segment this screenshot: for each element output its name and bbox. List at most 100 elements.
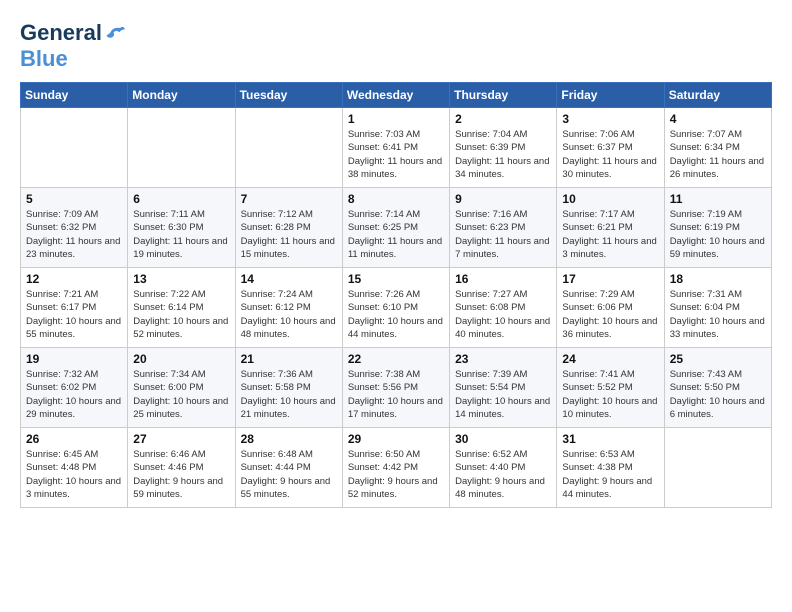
- calendar-row: 19 Sunrise: 7:32 AM Sunset: 6:02 PM Dayli…: [21, 348, 772, 428]
- calendar-cell: 13Sunrise: 7:22 AM Sunset: 6:14 PM Dayli…: [128, 268, 235, 348]
- day-info: Sunrise: 7:11 AM Sunset: 6:30 PM Dayligh…: [133, 208, 229, 261]
- day-number: 16: [455, 272, 551, 286]
- calendar-cell: 26 Sunrise: 6:45 AM Sunset: 4:48 PM Dayli…: [21, 428, 128, 508]
- calendar-cell: 29 Sunrise: 6:50 AM Sunset: 4:42 PM Dayli…: [342, 428, 449, 508]
- day-number: 6: [133, 192, 229, 206]
- calendar-cell: 5 Sunrise: 7:09 AM Sunset: 6:32 PM Daylig…: [21, 188, 128, 268]
- calendar-cell: 2Sunrise: 7:04 AM Sunset: 6:39 PM Daylig…: [450, 108, 557, 188]
- weekday-header: Sunday: [21, 83, 128, 108]
- calendar-cell: 14 Sunrise: 7:24 AM Sunset: 6:12 PM Dayli…: [235, 268, 342, 348]
- day-number: 10: [562, 192, 658, 206]
- day-number: 5: [26, 192, 122, 206]
- day-info: Sunrise: 7:22 AM Sunset: 6:14 PM Dayligh…: [133, 288, 229, 341]
- day-number: 19: [26, 352, 122, 366]
- day-number: 22: [348, 352, 444, 366]
- calendar-cell: 25 Sunrise: 7:43 AM Sunset: 5:50 PM Dayli…: [664, 348, 771, 428]
- page: General Blue SundayMondayTuesdayWednesda…: [0, 0, 792, 518]
- calendar-cell: 9 Sunrise: 7:16 AM Sunset: 6:23 PM Daylig…: [450, 188, 557, 268]
- day-number: 4: [670, 112, 766, 126]
- calendar-row: 12 Sunrise: 7:21 AM Sunset: 6:17 PM Dayli…: [21, 268, 772, 348]
- day-info: Sunrise: 7:43 AM Sunset: 5:50 PM Dayligh…: [670, 368, 766, 421]
- day-info: Sunrise: 7:24 AM Sunset: 6:12 PM Dayligh…: [241, 288, 337, 341]
- calendar-cell: 28 Sunrise: 6:48 AM Sunset: 4:44 PM Dayli…: [235, 428, 342, 508]
- day-number: 30: [455, 432, 551, 446]
- day-info: Sunrise: 7:16 AM Sunset: 6:23 PM Dayligh…: [455, 208, 551, 261]
- calendar-cell: 23 Sunrise: 7:39 AM Sunset: 5:54 PM Dayli…: [450, 348, 557, 428]
- day-info: Sunrise: 6:45 AM Sunset: 4:48 PM Dayligh…: [26, 448, 122, 501]
- day-info: Sunrise: 7:12 AM Sunset: 6:28 PM Dayligh…: [241, 208, 337, 261]
- calendar-cell: [235, 108, 342, 188]
- day-info: Sunrise: 7:26 AM Sunset: 6:10 PM Dayligh…: [348, 288, 444, 341]
- day-info: Sunrise: 7:07 AM Sunset: 6:34 PM Dayligh…: [670, 128, 766, 181]
- day-number: 11: [670, 192, 766, 206]
- day-number: 7: [241, 192, 337, 206]
- calendar-cell: 19 Sunrise: 7:32 AM Sunset: 6:02 PM Dayli…: [21, 348, 128, 428]
- calendar-row: 5 Sunrise: 7:09 AM Sunset: 6:32 PM Daylig…: [21, 188, 772, 268]
- calendar-row: 1Sunrise: 7:03 AM Sunset: 6:41 PM Daylig…: [21, 108, 772, 188]
- day-number: 14: [241, 272, 337, 286]
- day-number: 31: [562, 432, 658, 446]
- calendar-cell: 3 Sunrise: 7:06 AM Sunset: 6:37 PM Daylig…: [557, 108, 664, 188]
- logo-bird-icon: [104, 23, 126, 43]
- calendar-cell: 17Sunrise: 7:29 AM Sunset: 6:06 PM Dayli…: [557, 268, 664, 348]
- calendar-header-row: SundayMondayTuesdayWednesdayThursdayFrid…: [21, 83, 772, 108]
- day-info: Sunrise: 7:38 AM Sunset: 5:56 PM Dayligh…: [348, 368, 444, 421]
- day-number: 20: [133, 352, 229, 366]
- day-number: 9: [455, 192, 551, 206]
- day-number: 29: [348, 432, 444, 446]
- logo: General Blue: [20, 20, 126, 72]
- calendar-cell: 4 Sunrise: 7:07 AM Sunset: 6:34 PM Daylig…: [664, 108, 771, 188]
- calendar-cell: [21, 108, 128, 188]
- day-info: Sunrise: 7:41 AM Sunset: 5:52 PM Dayligh…: [562, 368, 658, 421]
- calendar-cell: 16Sunrise: 7:27 AM Sunset: 6:08 PM Dayli…: [450, 268, 557, 348]
- calendar-cell: 6 Sunrise: 7:11 AM Sunset: 6:30 PM Daylig…: [128, 188, 235, 268]
- day-info: Sunrise: 6:52 AM Sunset: 4:40 PM Dayligh…: [455, 448, 551, 501]
- calendar-cell: 24 Sunrise: 7:41 AM Sunset: 5:52 PM Dayli…: [557, 348, 664, 428]
- logo-blue: Blue: [20, 46, 126, 72]
- day-number: 18: [670, 272, 766, 286]
- day-info: Sunrise: 6:53 AM Sunset: 4:38 PM Dayligh…: [562, 448, 658, 501]
- day-number: 24: [562, 352, 658, 366]
- day-info: Sunrise: 7:19 AM Sunset: 6:19 PM Dayligh…: [670, 208, 766, 261]
- day-number: 3: [562, 112, 658, 126]
- calendar-cell: 18 Sunrise: 7:31 AM Sunset: 6:04 PM Dayli…: [664, 268, 771, 348]
- day-info: Sunrise: 7:06 AM Sunset: 6:37 PM Dayligh…: [562, 128, 658, 181]
- day-info: Sunrise: 6:50 AM Sunset: 4:42 PM Dayligh…: [348, 448, 444, 501]
- day-number: 2: [455, 112, 551, 126]
- day-number: 28: [241, 432, 337, 446]
- day-number: 12: [26, 272, 122, 286]
- day-info: Sunrise: 6:46 AM Sunset: 4:46 PM Dayligh…: [133, 448, 229, 501]
- weekday-header: Wednesday: [342, 83, 449, 108]
- day-info: Sunrise: 7:17 AM Sunset: 6:21 PM Dayligh…: [562, 208, 658, 261]
- calendar-cell: 27Sunrise: 6:46 AM Sunset: 4:46 PM Dayli…: [128, 428, 235, 508]
- day-info: Sunrise: 7:31 AM Sunset: 6:04 PM Dayligh…: [670, 288, 766, 341]
- calendar-cell: 10 Sunrise: 7:17 AM Sunset: 6:21 PM Dayli…: [557, 188, 664, 268]
- calendar-cell: 31 Sunrise: 6:53 AM Sunset: 4:38 PM Dayli…: [557, 428, 664, 508]
- weekday-header: Saturday: [664, 83, 771, 108]
- calendar-cell: [128, 108, 235, 188]
- calendar-table: SundayMondayTuesdayWednesdayThursdayFrid…: [20, 82, 772, 508]
- day-info: Sunrise: 7:09 AM Sunset: 6:32 PM Dayligh…: [26, 208, 122, 261]
- day-info: Sunrise: 7:39 AM Sunset: 5:54 PM Dayligh…: [455, 368, 551, 421]
- day-info: Sunrise: 7:21 AM Sunset: 6:17 PM Dayligh…: [26, 288, 122, 341]
- day-number: 15: [348, 272, 444, 286]
- day-number: 21: [241, 352, 337, 366]
- day-info: Sunrise: 7:32 AM Sunset: 6:02 PM Dayligh…: [26, 368, 122, 421]
- day-info: Sunrise: 7:34 AM Sunset: 6:00 PM Dayligh…: [133, 368, 229, 421]
- calendar-cell: [664, 428, 771, 508]
- day-info: Sunrise: 6:48 AM Sunset: 4:44 PM Dayligh…: [241, 448, 337, 501]
- calendar-cell: 11 Sunrise: 7:19 AM Sunset: 6:19 PM Dayli…: [664, 188, 771, 268]
- day-number: 23: [455, 352, 551, 366]
- calendar-cell: 30 Sunrise: 6:52 AM Sunset: 4:40 PM Dayli…: [450, 428, 557, 508]
- weekday-header: Monday: [128, 83, 235, 108]
- day-number: 25: [670, 352, 766, 366]
- calendar-cell: 22 Sunrise: 7:38 AM Sunset: 5:56 PM Dayli…: [342, 348, 449, 428]
- day-number: 26: [26, 432, 122, 446]
- calendar-cell: 12 Sunrise: 7:21 AM Sunset: 6:17 PM Dayli…: [21, 268, 128, 348]
- weekday-header: Tuesday: [235, 83, 342, 108]
- header: General Blue: [20, 20, 772, 72]
- day-number: 1: [348, 112, 444, 126]
- day-info: Sunrise: 7:14 AM Sunset: 6:25 PM Dayligh…: [348, 208, 444, 261]
- weekday-header: Thursday: [450, 83, 557, 108]
- calendar-cell: 1Sunrise: 7:03 AM Sunset: 6:41 PM Daylig…: [342, 108, 449, 188]
